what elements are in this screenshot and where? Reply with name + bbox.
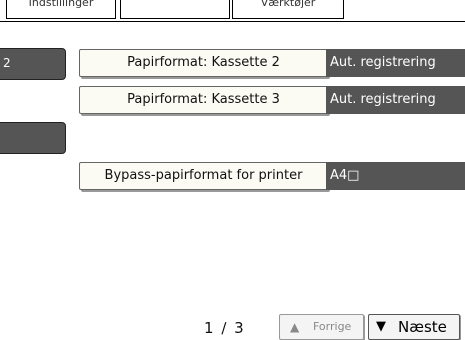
- page-current: 1: [204, 319, 214, 337]
- down-arrow-icon: ▼: [376, 319, 386, 334]
- paper-size-tray2-button[interactable]: Papirformat: Kassette 2: [79, 49, 328, 77]
- next-page-button[interactable]: ▼ Næste: [368, 314, 460, 340]
- left-side-button-1[interactable]: 2: [0, 48, 66, 80]
- page-total: 3: [234, 319, 244, 337]
- previous-label: Forrige: [313, 320, 352, 333]
- tab-label: Indstillinger: [28, 0, 94, 9]
- tab-vaerktoejer[interactable]: Værktøjer: [232, 0, 344, 19]
- bypass-paper-size-value: A4□: [326, 162, 465, 190]
- tab-divider: [0, 21, 465, 22]
- left-side-button-label: 2: [3, 56, 11, 70]
- previous-page-button[interactable]: ▲ Forrige: [279, 314, 364, 340]
- next-label: Næste: [398, 318, 447, 336]
- tab-indstillinger[interactable]: Indstillinger: [6, 0, 116, 19]
- page-separator: ∕: [221, 319, 227, 337]
- tab-unnamed[interactable]: [120, 0, 230, 19]
- left-side-button-2[interactable]: [0, 122, 66, 154]
- tab-bar: Indstillinger Værktøjer: [0, 0, 465, 22]
- paper-size-tray3-button[interactable]: Papirformat: Kassette 3: [79, 86, 328, 114]
- bypass-paper-size-button[interactable]: Bypass-papirformat for printer: [79, 162, 328, 190]
- paper-size-tray3-value: Aut. registrering: [326, 86, 465, 114]
- up-arrow-icon: ▲: [290, 320, 300, 334]
- paper-size-tray2-value: Aut. registrering: [326, 49, 465, 77]
- tab-label: Værktøjer: [260, 0, 316, 9]
- page-indicator: 1 ∕ 3: [204, 319, 244, 337]
